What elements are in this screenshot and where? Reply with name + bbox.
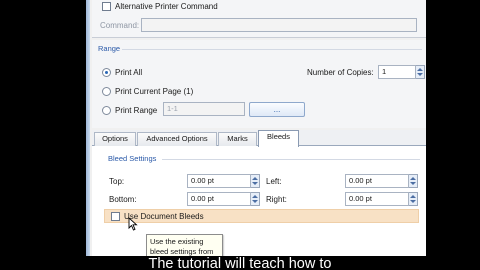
window-left-edge: [86, 0, 90, 262]
top-label: Top:: [109, 177, 125, 186]
command-label: Command:: [100, 21, 140, 30]
bottom-label: Bottom:: [109, 195, 137, 204]
alt-printer-label: Alternative Printer Command: [115, 2, 218, 11]
copies-label: Number of Copies:: [307, 68, 374, 77]
use-document-bleeds-checkbox[interactable]: [111, 212, 120, 221]
tab-options[interactable]: Options: [94, 132, 136, 146]
range-browse-button[interactable]: ...: [249, 102, 305, 117]
video-letterbox-right: [426, 0, 480, 270]
bleed-settings-title: Bleed Settings: [108, 154, 157, 163]
left-bleed-input[interactable]: 0.00 pt: [345, 174, 409, 188]
printer-command-panel: Alternative Printer Command Command:: [92, 0, 426, 38]
top-bleed-spinner[interactable]: [251, 174, 260, 188]
print-current-page-radio[interactable]: [102, 87, 111, 96]
right-label: Right:: [266, 195, 287, 204]
tab-advanced-options[interactable]: Advanced Options: [137, 132, 217, 146]
bottom-bleed-spinner[interactable]: [251, 192, 260, 206]
range-panel: Range Print All Number of Copies: 1 Prin…: [92, 40, 426, 128]
alt-printer-checkbox[interactable]: [102, 2, 111, 11]
bottom-bleed-input[interactable]: 0.00 pt: [187, 192, 251, 206]
tooltip-line-1: Use the existing: [150, 237, 204, 246]
print-all-radio[interactable]: [102, 68, 111, 77]
right-bleed-input[interactable]: 0.00 pt: [345, 192, 409, 206]
top-bleed-input[interactable]: 0.00 pt: [187, 174, 251, 188]
copies-spinner[interactable]: [416, 65, 425, 79]
print-range-radio[interactable]: [102, 106, 111, 115]
video-subtitle: The tutorial will teach how to: [148, 256, 332, 270]
print-range-label: Print Range: [115, 106, 158, 115]
left-bleed-spinner[interactable]: [409, 174, 418, 188]
command-input[interactable]: [141, 18, 417, 32]
print-current-page-label: Print Current Page (1): [115, 87, 194, 96]
copies-input[interactable]: 1: [378, 65, 416, 79]
print-range-input[interactable]: 1-1: [163, 102, 245, 116]
left-label: Left:: [266, 177, 282, 186]
tooltip-line-2: bleed settings from: [150, 246, 214, 256]
print-all-label: Print All: [115, 68, 143, 77]
right-bleed-spinner[interactable]: [409, 192, 418, 206]
bleed-divider: [162, 159, 420, 160]
bleed-settings-panel: Bleed Settings Top: 0.00 pt Left: 0.00 p…: [92, 146, 426, 262]
video-letterbox-left: [0, 0, 86, 270]
options-tabbar: Options Advanced Options Marks Bleeds: [92, 130, 426, 147]
tab-marks[interactable]: Marks: [218, 132, 257, 146]
range-title: Range: [98, 44, 121, 53]
range-divider: [122, 49, 422, 50]
mouse-cursor-icon: [128, 217, 138, 231]
tab-bleeds[interactable]: Bleeds: [258, 130, 299, 147]
